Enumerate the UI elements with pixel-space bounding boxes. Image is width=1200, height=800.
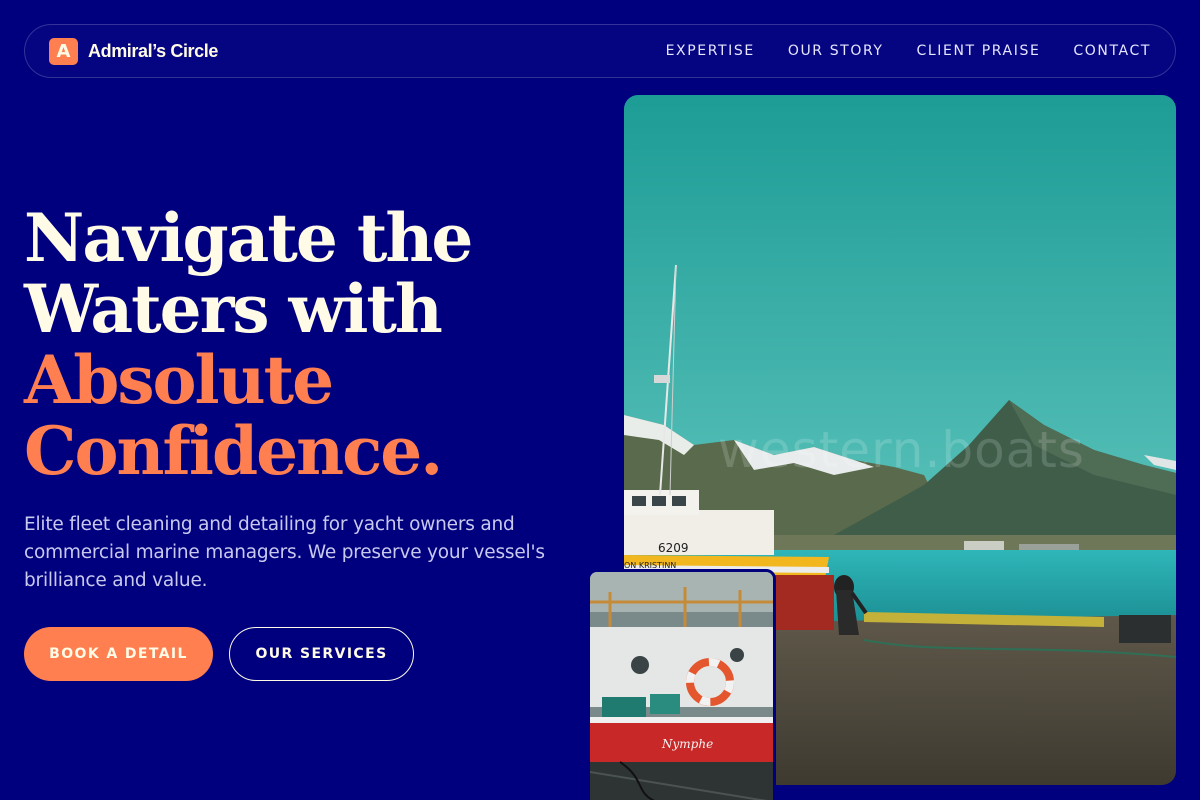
- detail-boat-photo: Nymphe: [587, 569, 776, 800]
- nav-link-expertise[interactable]: EXPERTISE: [666, 43, 755, 59]
- nav-link-contact[interactable]: CONTACT: [1073, 43, 1151, 59]
- our-services-button[interactable]: OUR SERVICES: [229, 627, 414, 681]
- brand-logo-link[interactable]: A Admiral’s Circle: [49, 37, 218, 65]
- headline-line-4: Confidence.: [24, 412, 443, 490]
- brand-name: Admiral’s Circle: [88, 40, 218, 61]
- headline-line-1: Navigate the: [24, 199, 473, 277]
- nav-link-our-story[interactable]: OUR STORY: [788, 43, 884, 59]
- nav-menu: EXPERTISE OUR STORY CLIENT PRAISE CONTAC…: [666, 43, 1151, 59]
- small-boat-name: Nymphe: [661, 737, 713, 751]
- nav-link-client-praise[interactable]: CLIENT PRAISE: [917, 43, 1041, 59]
- hero-subtext: Elite fleet cleaning and detailing for y…: [24, 514, 545, 591]
- headline-line-2: Waters with: [24, 270, 443, 348]
- top-navigation: A Admiral’s Circle EXPERTISE OUR STORY C…: [24, 24, 1176, 78]
- hero-headline: Navigate the Waters with Absolute Confid…: [24, 203, 584, 487]
- headline-line-3: Absolute: [24, 341, 334, 419]
- photo-watermark: western.boats: [718, 421, 1085, 479]
- brand-mark-icon: A: [49, 37, 78, 65]
- boat-number-label: 6209: [658, 541, 689, 555]
- book-a-detail-button[interactable]: BOOK A DETAIL: [24, 627, 213, 681]
- red-boat-illustration: Nymphe: [590, 572, 773, 800]
